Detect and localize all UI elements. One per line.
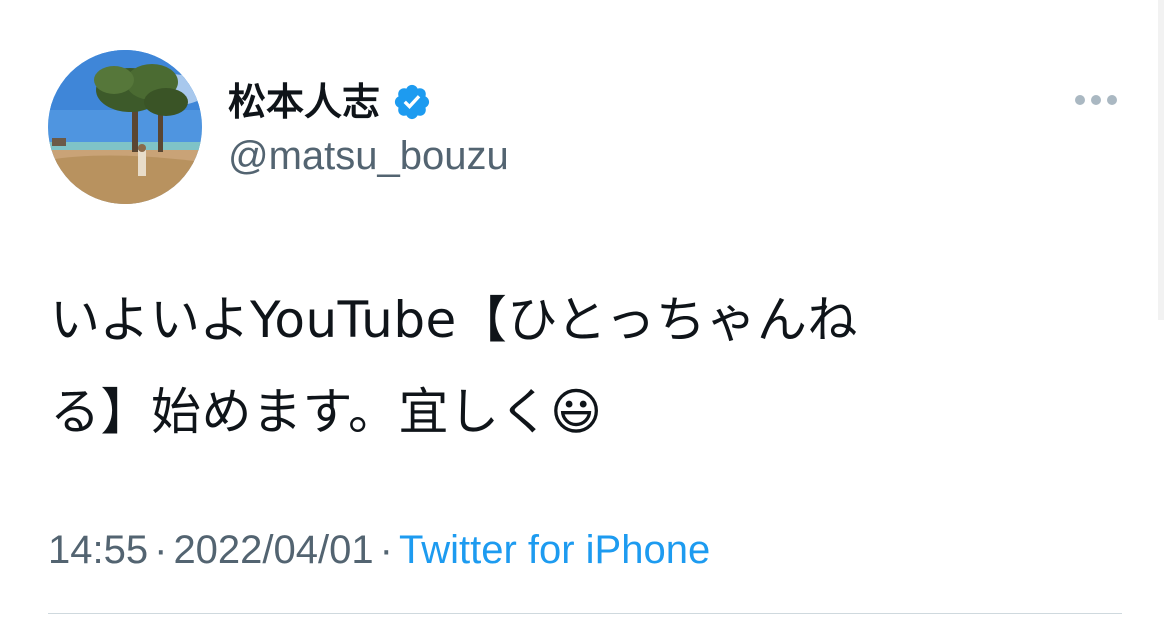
tweet-text-line: いよいよYouTube【ひとっちゃんね	[50, 291, 858, 349]
avatar[interactable]	[48, 50, 202, 204]
avatar-beach-photo	[48, 50, 202, 204]
tweet-text: いよいよYouTube【ひとっちゃんね る】始めます。宜しく😃	[50, 274, 1110, 458]
tweet-date[interactable]: 2022/04/01	[173, 528, 373, 572]
tweet-source-link[interactable]: Twitter for iPhone	[399, 528, 710, 572]
scrollbar[interactable]	[1158, 0, 1164, 320]
verified-badge-icon	[392, 82, 432, 122]
more-options-icon[interactable]	[1066, 82, 1126, 118]
divider	[48, 613, 1122, 614]
tweet-text-line: る】始めます。宜しく😃	[50, 383, 603, 441]
user-name-row: 松本人志	[228, 74, 432, 130]
tweet-meta: 14:55 · 2022/04/01 · Twitter for iPhone	[48, 522, 710, 578]
meta-separator: ·	[154, 528, 168, 572]
meta-separator: ·	[379, 528, 393, 572]
tweet-time[interactable]: 14:55	[48, 528, 148, 572]
user-handle[interactable]: @matsu_bouzu	[228, 130, 509, 182]
display-name[interactable]: 松本人志	[228, 74, 380, 130]
tweet-detail: 松本人志 @matsu_bouzu いよいよYouTube【ひとっちゃんね る】…	[0, 0, 1170, 643]
